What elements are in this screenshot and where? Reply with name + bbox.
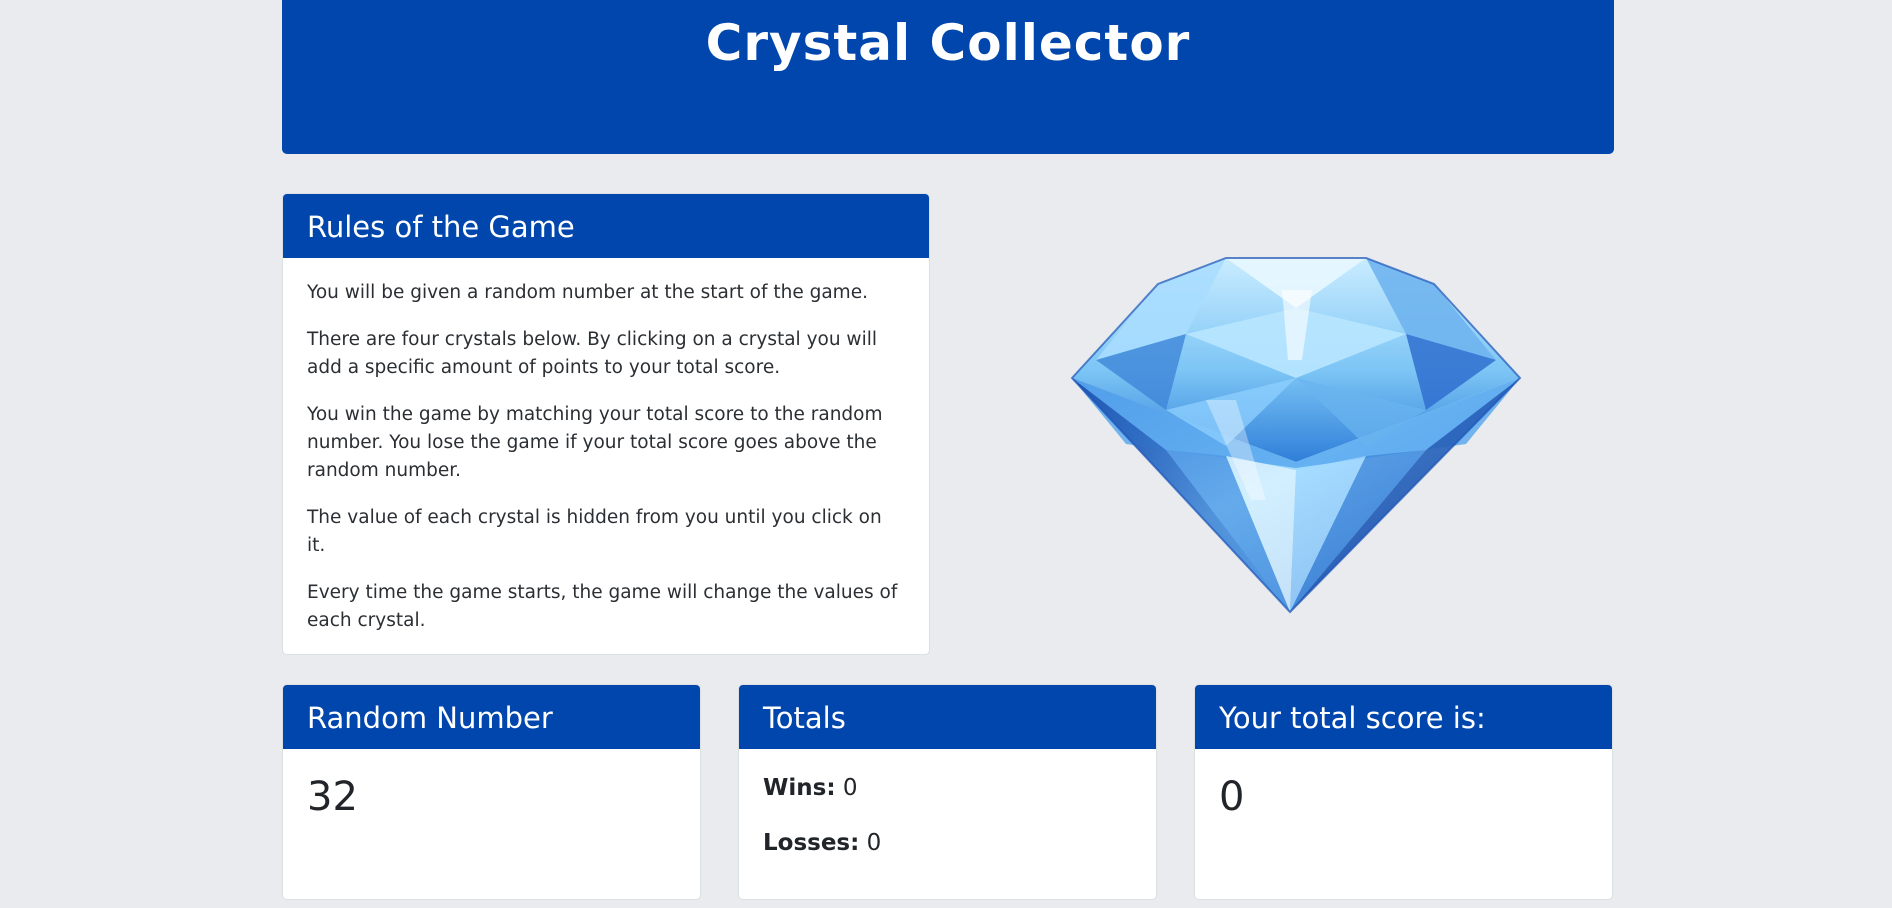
crystal-image [1066, 250, 1526, 616]
totals-title: Totals [739, 685, 1156, 749]
score-title: Your total score is: [1195, 685, 1612, 749]
rules-card: Rules of the Game You will be given a ra… [282, 193, 930, 655]
wins-stat: Wins: 0 [763, 771, 1132, 805]
losses-value: 0 [866, 830, 882, 856]
rules-card-title: Rules of the Game [283, 194, 929, 258]
header-banner: Crystal Collector [282, 0, 1614, 154]
rules-paragraph: There are four crystals below. By clicki… [307, 329, 877, 378]
diamond-icon [1070, 257, 1522, 614]
rules-paragraph: You will be given a random number at the… [307, 282, 868, 303]
losses-stat: Losses: 0 [763, 826, 1132, 860]
score-card: Your total score is: 0 [1194, 684, 1613, 900]
wins-value: 0 [842, 775, 858, 801]
random-number-card: Random Number 32 [282, 684, 701, 900]
wins-label: Wins: [763, 775, 836, 801]
rules-paragraph: The value of each crystal is hidden from… [307, 507, 882, 556]
score-value: 0 [1219, 774, 1245, 820]
totals-body: Wins: 0 Losses: 0 [739, 749, 1156, 860]
random-number-title: Random Number [283, 685, 700, 749]
rules-paragraph: You win the game by matching your total … [307, 404, 883, 481]
page-title: Crystal Collector [705, 14, 1191, 72]
rules-card-body: You will be given a random number at the… [283, 258, 929, 635]
random-number-value: 32 [307, 774, 358, 820]
totals-card: Totals Wins: 0 Losses: 0 [738, 684, 1157, 900]
losses-label: Losses: [763, 830, 860, 856]
rules-paragraph: Every time the game starts, the game wil… [307, 582, 898, 631]
